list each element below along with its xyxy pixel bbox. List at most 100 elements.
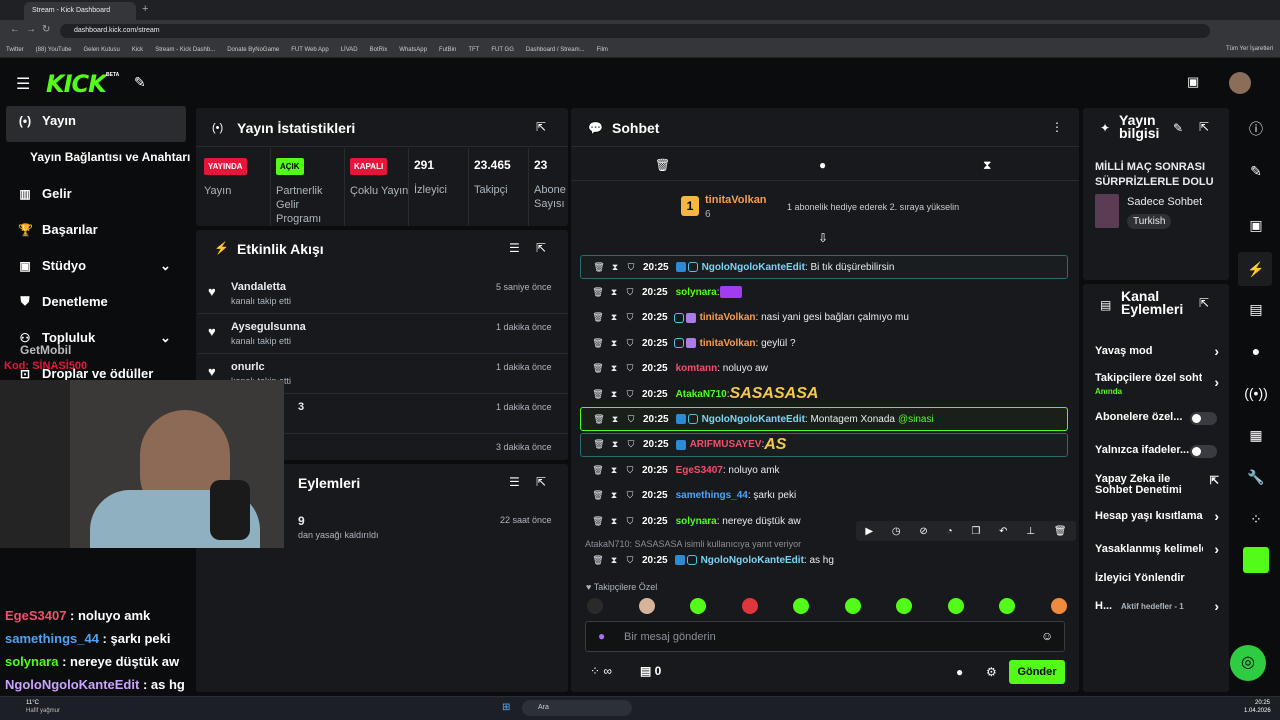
chat-tab-icon[interactable]: ● bbox=[819, 158, 826, 172]
browser-tab[interactable]: Stream - Kick Dashboard bbox=[24, 2, 136, 20]
sidebar-item[interactable]: Yayın Bağlantısı ve Anahtarı bbox=[30, 150, 190, 164]
reload-icon[interactable]: ↻ bbox=[42, 24, 50, 35]
chat-message[interactable]: 🗑 ⧗ ⛉ 20:25 AtakaN710: SASASASA bbox=[580, 382, 1068, 406]
emote-button[interactable] bbox=[1050, 598, 1067, 614]
hourglass-icon[interactable]: ⧗ bbox=[606, 516, 622, 527]
hide-icon[interactable]: ⊘ bbox=[919, 526, 927, 537]
collapse-icon[interactable]: ⇩ bbox=[818, 231, 828, 245]
channel-action[interactable]: Yavaş mod › bbox=[1095, 343, 1219, 360]
chat-message[interactable]: 🗑 ⧗ ⛉ 20:25 EgeS3407: noluyo amk bbox=[580, 458, 1068, 482]
trash-tab-icon[interactable]: 🗑 bbox=[655, 158, 670, 172]
pin-icon[interactable]: ✎ bbox=[134, 74, 146, 91]
chat-message[interactable]: 🗑 ⧗ ⛉ 20:25 NgoloNgoloKanteEdit: Bi tık düşü… bbox=[580, 255, 1068, 279]
bookmark-item[interactable]: Film bbox=[597, 47, 608, 53]
message-user[interactable]: NgoloNgoloKanteEdit bbox=[701, 555, 804, 566]
popout-icon[interactable]: ⇱ bbox=[1199, 120, 1209, 134]
chevron-down-icon[interactable]: ⌄ bbox=[160, 330, 171, 346]
forward-icon[interactable]: → bbox=[26, 24, 36, 35]
hourglass-icon[interactable]: ⧗ bbox=[606, 338, 622, 349]
bookmark-item[interactable]: WhatsApp bbox=[399, 47, 427, 53]
message-user[interactable]: AtakaN710 bbox=[676, 389, 727, 400]
broadcast-icon[interactable]: ((•)) bbox=[1244, 381, 1268, 405]
message-user[interactable]: NgoloNgoloKanteEdit bbox=[702, 262, 805, 273]
hourglass-tab-icon[interactable]: ⧗ bbox=[983, 158, 991, 173]
chat-message[interactable]: 🗑 ⧗ ⛉ 20:25 tinitaVolkan: nasi yani gesi bağ… bbox=[580, 306, 1068, 330]
hourglass-icon[interactable]: ⧗ bbox=[606, 490, 622, 501]
delete-icon[interactable]: 🗑 bbox=[591, 262, 607, 273]
hourglass-icon[interactable]: ⧗ bbox=[606, 287, 622, 298]
category-name[interactable]: Sadece Sohbet bbox=[1127, 196, 1202, 208]
support-icon[interactable]: ◎ bbox=[1230, 645, 1266, 681]
url-input[interactable]: dashboard.kick.com/stream bbox=[60, 24, 1210, 38]
settings-icon[interactable]: ⚙ bbox=[986, 665, 997, 679]
popout-icon[interactable]: ⇱ bbox=[1199, 296, 1209, 310]
delete-icon[interactable]: 🗑 bbox=[590, 465, 606, 476]
app-icon[interactable] bbox=[1243, 547, 1269, 573]
wrench-icon[interactable]: 🔧 bbox=[1244, 465, 1268, 489]
undo-icon[interactable]: ↶ bbox=[999, 526, 1007, 537]
pinned-user[interactable]: tinitaVolkan bbox=[705, 194, 767, 206]
sidebar-item[interactable]: ⛊ Denetleme bbox=[18, 294, 107, 309]
copy-icon[interactable]: ❐ bbox=[971, 526, 980, 537]
bookmark-item[interactable]: (88) YouTube bbox=[36, 47, 72, 53]
gift-counter[interactable]: ▤ 0 bbox=[640, 664, 661, 678]
info-icon[interactable]: ⓘ bbox=[1244, 117, 1268, 141]
sidebar-item[interactable]: (•) Yayın bbox=[18, 113, 76, 128]
channel-action[interactable]: Hesap yaşı kısıtlama › bbox=[1095, 508, 1219, 525]
hourglass-icon[interactable]: ⧗ bbox=[607, 414, 623, 425]
delete-icon[interactable]: 🗑 bbox=[590, 312, 606, 323]
bookmark-item[interactable]: Gelen Kutusu bbox=[83, 47, 119, 53]
hourglass-icon[interactable]: ⧗ bbox=[606, 389, 622, 400]
mic-icon[interactable]: ● bbox=[598, 629, 605, 643]
pin-msg-icon[interactable]: ⊥ bbox=[1026, 526, 1035, 537]
hourglass-icon[interactable]: ⧗ bbox=[607, 439, 623, 450]
message-user[interactable]: tinitaVolkan bbox=[700, 338, 756, 349]
bookmark-item[interactable]: Twitter bbox=[6, 47, 24, 53]
delete-icon[interactable]: 🗑 bbox=[590, 490, 606, 501]
mention[interactable]: @sinasi bbox=[898, 414, 934, 425]
dots-icon[interactable]: ⁘ bbox=[1244, 507, 1268, 531]
chat-message[interactable]: 🗑 ⧗ ⛉ 20:25 komtann: noluyo aw bbox=[580, 357, 1068, 381]
layout-icon[interactable]: ▦ bbox=[1244, 423, 1268, 447]
delete-icon[interactable]: 🗑 bbox=[590, 555, 606, 566]
channel-action[interactable]: Yasaklanmış kelimele › bbox=[1095, 541, 1219, 558]
popout-icon[interactable]: ⇱ bbox=[536, 120, 546, 134]
menu-icon[interactable]: ☰ bbox=[16, 74, 30, 94]
bookmark-item[interactable]: Donate ByNoGame bbox=[227, 47, 279, 53]
points-icon[interactable]: ⁘ ∞ bbox=[590, 664, 612, 678]
channel-action[interactable]: Takipçilere özel soht Anında › bbox=[1095, 372, 1219, 396]
windows-start-icon[interactable]: ⊞ bbox=[502, 702, 510, 713]
creator-icon[interactable]: ▣ bbox=[1187, 74, 1199, 90]
message-user[interactable]: komtann bbox=[676, 363, 718, 374]
emote-button[interactable] bbox=[741, 598, 758, 614]
hourglass-icon[interactable]: ⧗ bbox=[606, 465, 622, 476]
sidebar-item[interactable]: ▣ Stüdyo ⌄ bbox=[18, 258, 171, 273]
play-icon[interactable]: ▶ bbox=[865, 526, 873, 537]
hourglass-icon[interactable]: ⧗ bbox=[607, 262, 623, 273]
emote-button[interactable] bbox=[896, 598, 912, 614]
kick-logo[interactable]: KICK bbox=[46, 70, 107, 98]
emote-button[interactable] bbox=[638, 598, 655, 614]
delete-icon[interactable]: 🗑 bbox=[590, 389, 606, 400]
toggle-switch[interactable] bbox=[1190, 412, 1217, 425]
channel-action[interactable]: Yapay Zeka ile Sohbet Denetimi ⇱ bbox=[1095, 474, 1219, 496]
emote-button[interactable] bbox=[793, 598, 809, 614]
message-user[interactable]: solynara bbox=[676, 516, 717, 527]
delete-icon[interactable]: 🗑 bbox=[1054, 526, 1067, 537]
bookmark-item[interactable]: Stream - Kick Dashb... bbox=[155, 47, 215, 53]
chat-message[interactable]: 🗑 ⧗ ⛉ 20:25 ARIFMUSAYEV: AS bbox=[580, 432, 1068, 457]
reply-icon[interactable]: ◔ bbox=[947, 526, 953, 537]
emoji-icon[interactable]: ☺ bbox=[1041, 629, 1053, 643]
message-user[interactable]: EgeS3407 bbox=[676, 465, 723, 476]
toggle-switch[interactable] bbox=[1190, 445, 1217, 458]
message-user[interactable]: samethings_44 bbox=[676, 490, 748, 501]
send-button[interactable]: Gönder bbox=[1009, 660, 1065, 684]
document-icon[interactable]: ▤ bbox=[1244, 297, 1268, 321]
delete-icon[interactable]: 🗑 bbox=[591, 414, 607, 425]
bookmark-item[interactable]: FUT GG bbox=[491, 47, 514, 53]
delete-icon[interactable]: 🗑 bbox=[591, 439, 607, 450]
message-user[interactable]: ARIFMUSAYEV bbox=[690, 439, 762, 450]
emote-button[interactable] bbox=[587, 598, 603, 614]
sidebar-item[interactable]: 🏆 Başarılar bbox=[18, 222, 98, 237]
timeout-icon[interactable]: ◷ bbox=[892, 526, 901, 537]
